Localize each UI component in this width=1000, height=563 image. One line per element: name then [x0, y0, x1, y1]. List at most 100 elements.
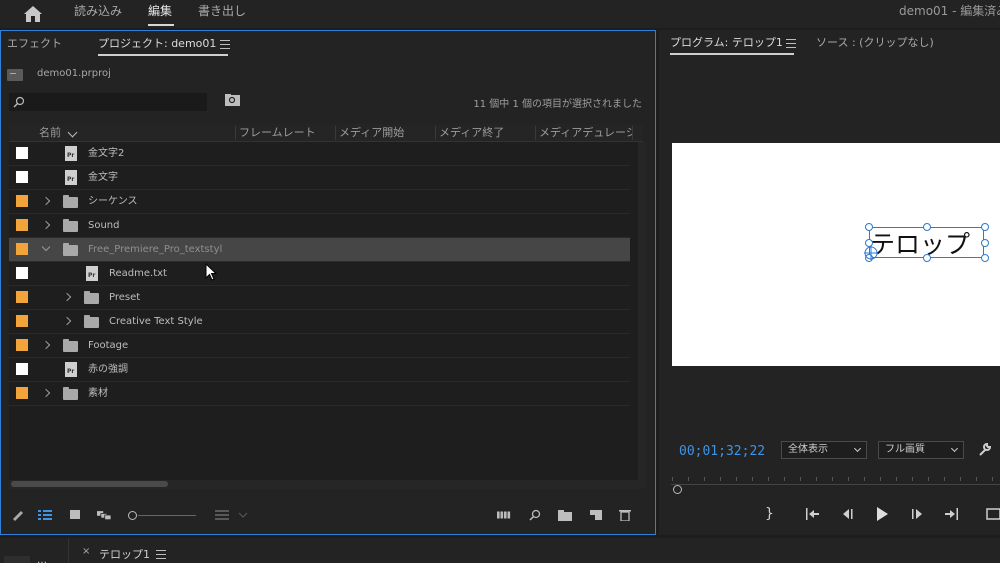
- chevron-right-icon[interactable]: [62, 316, 72, 326]
- tab-project[interactable]: プロジェクト: demo01: [98, 35, 216, 53]
- icon-view-icon[interactable]: [68, 509, 82, 521]
- time-ruler: [672, 477, 1000, 481]
- trash-icon[interactable]: [618, 509, 632, 521]
- chevron-right-icon[interactable]: [41, 388, 51, 398]
- list-item[interactable]: Free_Premiere_Pro_textstyl: [9, 238, 630, 262]
- zoom-level-value: 全体表示: [788, 444, 828, 455]
- panel-menu-icon[interactable]: [220, 40, 230, 49]
- horizontal-scroll-thumb[interactable]: [11, 481, 168, 487]
- sequence-icon: [65, 146, 77, 161]
- go-to-out-icon[interactable]: [944, 508, 959, 520]
- column-header-media-end[interactable]: メディア終了: [439, 124, 535, 142]
- video-preview[interactable]: テロップ: [672, 143, 1000, 366]
- label-color-swatch[interactable]: [16, 219, 28, 231]
- pencil-icon[interactable]: [11, 509, 25, 521]
- zoom-slider-handle[interactable]: [128, 511, 137, 520]
- sort-icons-icon[interactable]: [215, 509, 229, 521]
- anchor-point-icon[interactable]: [864, 246, 878, 260]
- more-icon[interactable]: …: [37, 555, 47, 563]
- resize-handle[interactable]: [981, 254, 989, 262]
- mouse-cursor-icon: [205, 263, 217, 281]
- column-separator[interactable]: [235, 126, 236, 140]
- playhead-timecode[interactable]: 00;01;32;22: [679, 444, 765, 459]
- playback-resolution-select[interactable]: フル画質: [878, 441, 964, 459]
- column-separator[interactable]: [632, 126, 633, 140]
- column-header-framerate[interactable]: フレームレート: [239, 124, 335, 142]
- playhead-bar[interactable]: [671, 484, 1000, 490]
- column-header-media-start[interactable]: メディア開始: [339, 124, 435, 142]
- resize-handle[interactable]: [923, 254, 931, 262]
- automate-to-sequence-icon[interactable]: [497, 509, 511, 521]
- resize-handle[interactable]: [923, 223, 931, 231]
- panel-menu-icon[interactable]: [156, 550, 166, 559]
- chevron-right-icon[interactable]: [62, 292, 72, 302]
- item-name: Free_Premiere_Pro_textstyl: [88, 244, 223, 255]
- playhead-handle[interactable]: [673, 485, 682, 494]
- vertical-scrollbar[interactable]: [638, 142, 646, 488]
- workspace-tab-import[interactable]: 読み込み: [74, 0, 122, 28]
- chevron-down-icon[interactable]: [238, 512, 248, 519]
- label-color-swatch[interactable]: [16, 363, 28, 375]
- resize-handle[interactable]: [981, 223, 989, 231]
- search-icon: [13, 96, 25, 108]
- new-bin-icon[interactable]: [558, 509, 572, 521]
- play-icon[interactable]: [876, 507, 889, 521]
- export-frame-icon[interactable]: [986, 508, 1000, 520]
- list-item[interactable]: Creative Text Style: [9, 310, 630, 334]
- column-separator[interactable]: [335, 126, 336, 140]
- panel-menu-icon[interactable]: [786, 39, 796, 48]
- tab-source[interactable]: ソース : (クリップなし): [816, 34, 934, 52]
- text-bounding-box[interactable]: テロップ: [864, 223, 989, 262]
- workspace-tab-export[interactable]: 書き出し: [198, 0, 246, 28]
- step-forward-icon[interactable]: [911, 508, 924, 520]
- mark-out-icon[interactable]: }: [765, 506, 774, 522]
- list-item[interactable]: 赤の強調: [9, 358, 630, 382]
- chevron-down-icon[interactable]: [41, 242, 51, 252]
- label-color-swatch[interactable]: [16, 291, 28, 303]
- chevron-right-icon[interactable]: [41, 196, 51, 206]
- home-icon[interactable]: [22, 4, 44, 24]
- zoom-level-select[interactable]: 全体表示: [781, 441, 867, 459]
- tab-timeline-sequence[interactable]: テロップ1: [99, 546, 150, 562]
- close-icon[interactable]: ×: [82, 546, 90, 557]
- list-item[interactable]: Readme.txt: [9, 262, 630, 286]
- label-color-swatch[interactable]: [16, 195, 28, 207]
- list-item[interactable]: 素材: [9, 382, 630, 406]
- zoom-slider-track[interactable]: [138, 515, 196, 516]
- list-item[interactable]: Preset: [9, 286, 630, 310]
- label-color-swatch[interactable]: [16, 387, 28, 399]
- list-item[interactable]: Sound: [9, 214, 630, 238]
- search-input[interactable]: [9, 93, 207, 111]
- list-view-icon[interactable]: [38, 509, 52, 521]
- active-tab-underline: [98, 54, 228, 56]
- wrench-icon[interactable]: [977, 442, 992, 457]
- new-item-icon[interactable]: [589, 509, 603, 521]
- label-color-swatch[interactable]: [16, 315, 28, 327]
- label-color-swatch[interactable]: [16, 243, 28, 255]
- list-item[interactable]: 金文字: [9, 166, 630, 190]
- resize-handle[interactable]: [865, 223, 873, 231]
- label-color-swatch[interactable]: [16, 267, 28, 279]
- column-separator[interactable]: [435, 126, 436, 140]
- column-header-media-duration[interactable]: メディアデュレーシ: [539, 124, 632, 142]
- column-separator[interactable]: [535, 126, 536, 140]
- label-color-swatch[interactable]: [16, 339, 28, 351]
- tab-effects[interactable]: エフェクト: [7, 35, 62, 53]
- tab-program[interactable]: プログラム: テロップ1: [670, 34, 783, 52]
- folder-icon: [63, 219, 78, 232]
- go-to-in-icon[interactable]: [805, 508, 820, 520]
- folder-icon: [63, 195, 78, 208]
- label-color-swatch[interactable]: [16, 147, 28, 159]
- step-back-icon[interactable]: [841, 508, 854, 520]
- sequence-icon: [65, 170, 77, 185]
- chevron-right-icon[interactable]: [41, 220, 51, 230]
- list-item[interactable]: 金文字2: [9, 142, 630, 166]
- list-item[interactable]: シーケンス: [9, 190, 630, 214]
- find-icon[interactable]: [528, 509, 542, 521]
- resize-handle[interactable]: [981, 239, 989, 247]
- freeform-view-icon[interactable]: [97, 509, 111, 521]
- label-color-swatch[interactable]: [16, 171, 28, 183]
- chevron-right-icon[interactable]: [41, 340, 51, 350]
- list-item[interactable]: Footage: [9, 334, 630, 358]
- new-search-bin-icon[interactable]: [225, 94, 240, 106]
